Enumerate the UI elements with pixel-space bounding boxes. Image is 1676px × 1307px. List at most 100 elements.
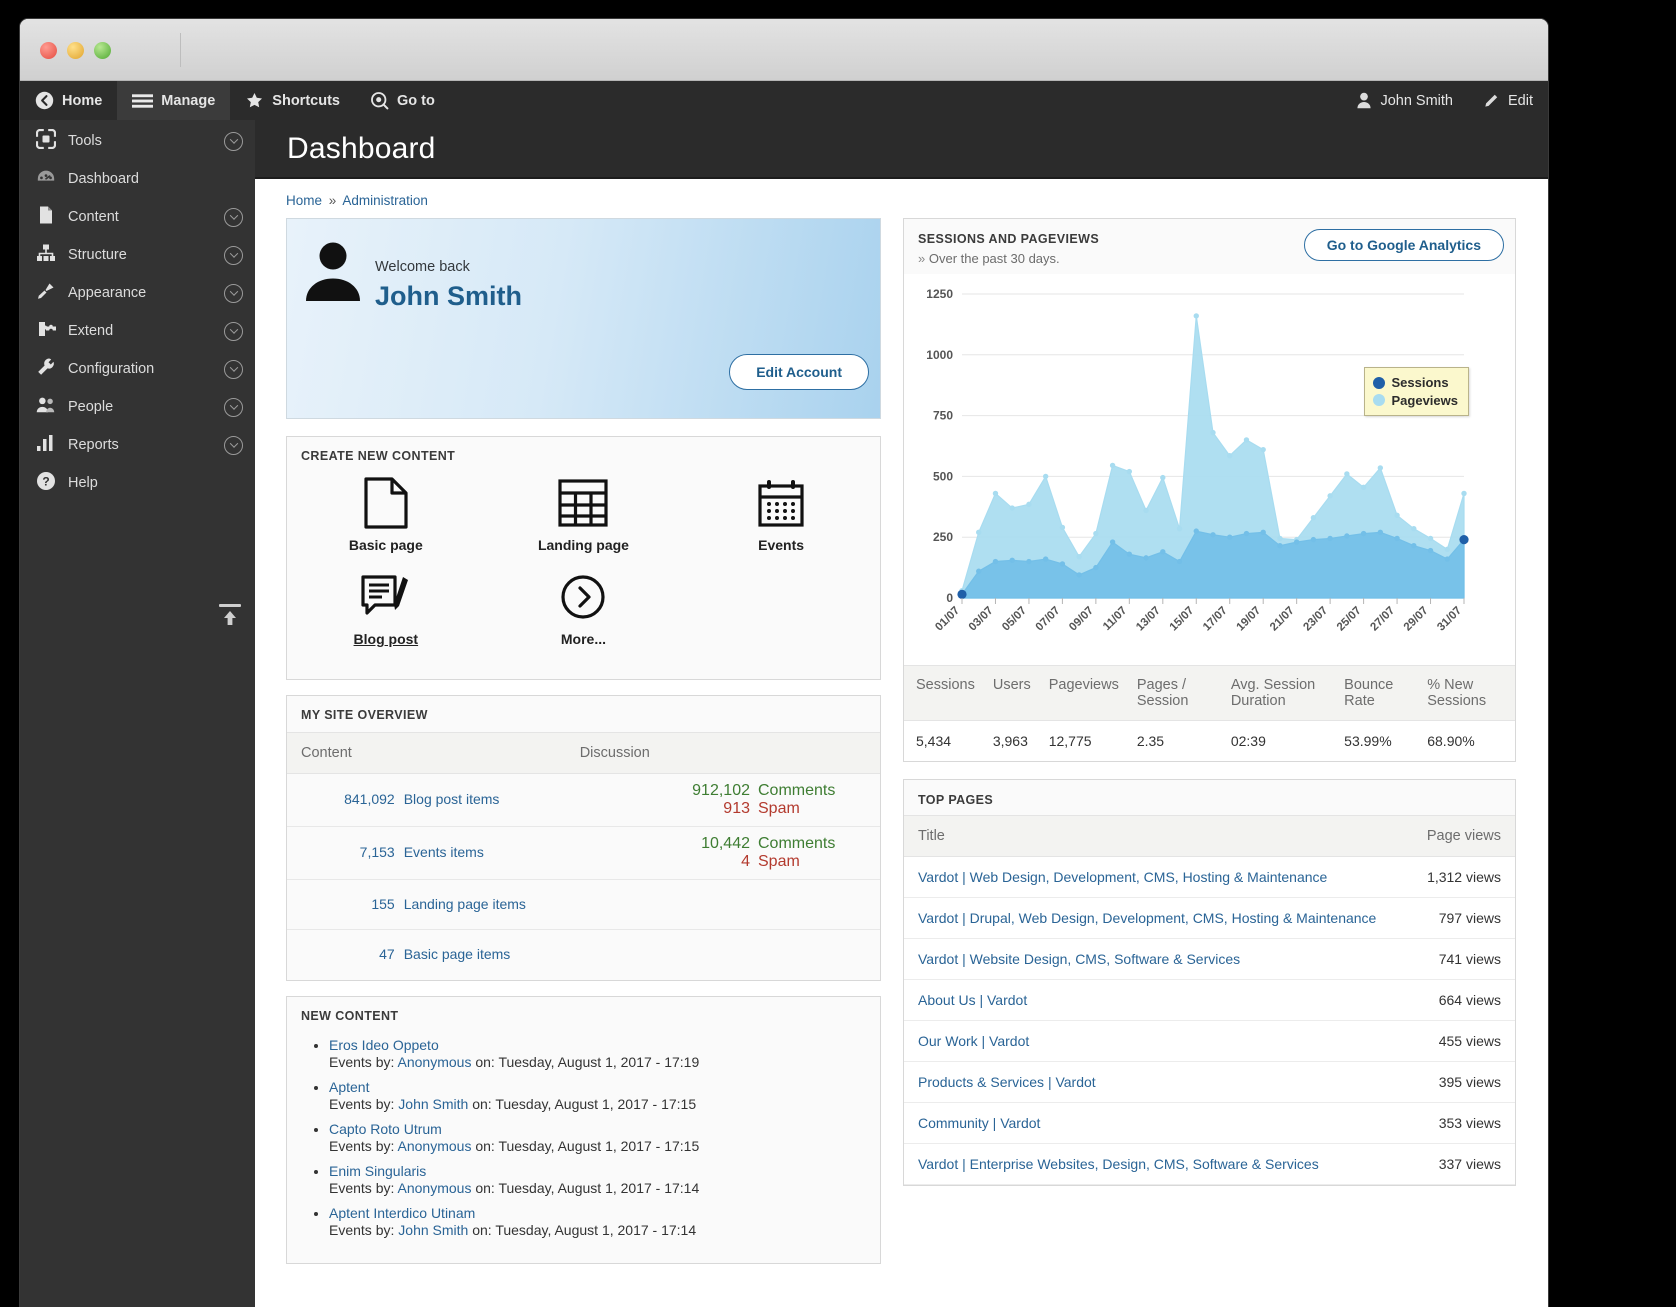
toolbar-item-goto[interactable]: Go to — [355, 81, 450, 120]
sessions-pageviews-chart: 02505007501000125001/0703/0705/0707/0709… — [904, 274, 1515, 665]
sidebar-item-reports[interactable]: Reports — [20, 426, 255, 464]
create-new-content-grid: Basic page Landing page — [287, 473, 880, 679]
new-content-link[interactable]: Enim Singularis — [329, 1163, 426, 1179]
toolbar-item-shortcuts[interactable]: Shortcuts — [230, 81, 355, 120]
item-label[interactable]: Events items — [404, 844, 566, 860]
stats-value-users: 3,963 — [981, 721, 1037, 762]
top-page-link[interactable]: Products & Services | Vardot — [918, 1074, 1096, 1090]
by-prefix: by: — [376, 1222, 395, 1238]
sidebar-label-people: People — [68, 399, 212, 415]
list-item: Enim Singularis Events by: Anonymous on:… — [329, 1163, 880, 1196]
top-pages-header-row: Title Page views — [904, 816, 1515, 857]
svg-text:03/07: 03/07 — [967, 605, 996, 634]
toolbar-item-home[interactable]: Home — [20, 81, 117, 120]
create-new-content-title: CREATE NEW CONTENT — [287, 437, 880, 473]
item-count[interactable]: 841,092 — [344, 791, 395, 807]
chevron-down-icon[interactable] — [224, 246, 243, 265]
new-content-link[interactable]: Eros Ideo Oppeto — [329, 1037, 439, 1053]
edit-account-button[interactable]: Edit Account — [729, 354, 869, 390]
author-link[interactable]: John Smith — [398, 1096, 468, 1112]
chevron-down-icon[interactable] — [224, 398, 243, 417]
new-content-link[interactable]: Capto Roto Utrum — [329, 1121, 442, 1137]
author-link[interactable]: Anonymous — [398, 1054, 472, 1070]
sidebar-label-content: Content — [68, 209, 212, 225]
legend-item-sessions: Sessions — [1373, 374, 1459, 392]
sidebar-item-tools[interactable]: Tools — [20, 122, 255, 160]
toolbar-item-user[interactable]: John Smith — [1341, 81, 1468, 120]
chevron-down-icon[interactable] — [224, 208, 243, 227]
item-count[interactable]: 47 — [379, 946, 395, 962]
pencil-icon — [1483, 92, 1500, 109]
window-close-button[interactable] — [40, 42, 57, 59]
chevron-down-icon[interactable] — [224, 284, 243, 303]
top-pages-title: TOP PAGES — [918, 793, 1501, 807]
top-page-link[interactable]: Vardot | Drupal, Web Design, Development… — [918, 910, 1376, 926]
go-to-google-analytics-button[interactable]: Go to Google Analytics — [1304, 229, 1504, 261]
sidebar-collapse-toggle[interactable] — [219, 604, 241, 631]
breadcrumb-current[interactable]: Administration — [342, 193, 428, 208]
site-overview-discussion-cell: 10,442Comments 4Spam — [566, 827, 880, 879]
create-more[interactable]: More... — [485, 567, 683, 661]
top-page-views-cell: 455 views — [1409, 1021, 1515, 1062]
spam-label: Spam — [758, 853, 866, 871]
author-link[interactable]: John Smith — [398, 1222, 468, 1238]
svg-text:29/07: 29/07 — [1402, 605, 1431, 634]
sidebar-item-extend[interactable]: Extend — [20, 312, 255, 350]
top-page-link[interactable]: Vardot | Enterprise Websites, Design, CM… — [918, 1156, 1319, 1172]
item-label[interactable]: Basic page items — [404, 946, 566, 962]
sidebar-item-help[interactable]: ? Help — [20, 464, 255, 502]
create-blog-post[interactable]: Blog post — [287, 567, 485, 661]
item-label[interactable]: Blog post items — [404, 791, 566, 807]
item-label[interactable]: Landing page items — [404, 896, 566, 912]
sidebar-item-people[interactable]: People — [20, 388, 255, 426]
top-page-link[interactable]: Our Work | Vardot — [918, 1033, 1029, 1049]
svg-text:31/07: 31/07 — [1435, 605, 1464, 634]
top-page-link[interactable]: About Us | Vardot — [918, 992, 1027, 1008]
stats-header-pages-session: Pages / Session — [1125, 666, 1219, 721]
chevron-down-icon[interactable] — [224, 436, 243, 455]
toolbar-item-edit[interactable]: Edit — [1468, 81, 1548, 120]
item-count[interactable]: 155 — [371, 896, 394, 912]
author-link[interactable]: Anonymous — [398, 1138, 472, 1154]
top-page-views-cell: 664 views — [1409, 980, 1515, 1021]
sidebar-item-configuration[interactable]: Configuration — [20, 350, 255, 388]
create-landing-page[interactable]: Landing page — [485, 473, 683, 567]
sidebar-item-content[interactable]: Content — [20, 198, 255, 236]
author-link[interactable]: Anonymous — [398, 1180, 472, 1196]
top-page-link[interactable]: Vardot | Website Design, CMS, Software &… — [918, 951, 1240, 967]
create-events[interactable]: Events — [682, 473, 880, 567]
create-basic-page[interactable]: Basic page — [287, 473, 485, 567]
breadcrumb-home[interactable]: Home — [286, 193, 322, 208]
top-page-title-cell: Community | Vardot — [904, 1103, 1409, 1144]
sidebar-item-structure[interactable]: Structure — [20, 236, 255, 274]
new-content-link[interactable]: Aptent Interdico Utinam — [329, 1205, 475, 1221]
chevron-down-icon[interactable] — [224, 322, 243, 341]
create-basic-page-label: Basic page — [349, 537, 423, 553]
sidebar-item-dashboard[interactable]: Dashboard — [20, 160, 255, 198]
sidebar-item-appearance[interactable]: Appearance — [20, 274, 255, 312]
window-maximize-button[interactable] — [94, 42, 111, 59]
top-page-link[interactable]: Community | Vardot — [918, 1115, 1040, 1131]
top-pages-header-views: Page views — [1409, 816, 1515, 857]
window-titlebar — [20, 19, 1548, 81]
breadcrumb: Home » Administration — [255, 179, 1548, 218]
chevron-down-icon[interactable] — [224, 360, 243, 379]
stats-header-sessions: Sessions — [904, 666, 981, 721]
item-count[interactable]: 7,153 — [360, 844, 395, 860]
new-content-link[interactable]: Aptent — [329, 1079, 369, 1095]
svg-text:11/07: 11/07 — [1101, 605, 1129, 633]
table-row: 841,092Blog post items 912,102Comments 9… — [287, 774, 880, 827]
svg-text:25/07: 25/07 — [1335, 605, 1364, 634]
create-landing-page-label: Landing page — [538, 537, 629, 553]
content-type: Events — [329, 1054, 372, 1070]
top-page-link[interactable]: Vardot | Web Design, Development, CMS, H… — [918, 869, 1327, 885]
toolbar-item-manage[interactable]: Manage — [117, 81, 230, 120]
table-row: Our Work | Vardot 455 views — [904, 1021, 1515, 1062]
content-type: Events — [329, 1138, 372, 1154]
help-icon: ? — [36, 471, 56, 495]
chevron-down-icon[interactable] — [224, 132, 243, 151]
sidebar-label-extend: Extend — [68, 323, 212, 339]
window-minimize-button[interactable] — [67, 42, 84, 59]
svg-text:21/07: 21/07 — [1268, 605, 1297, 634]
toolbar-label-shortcuts: Shortcuts — [272, 93, 340, 109]
